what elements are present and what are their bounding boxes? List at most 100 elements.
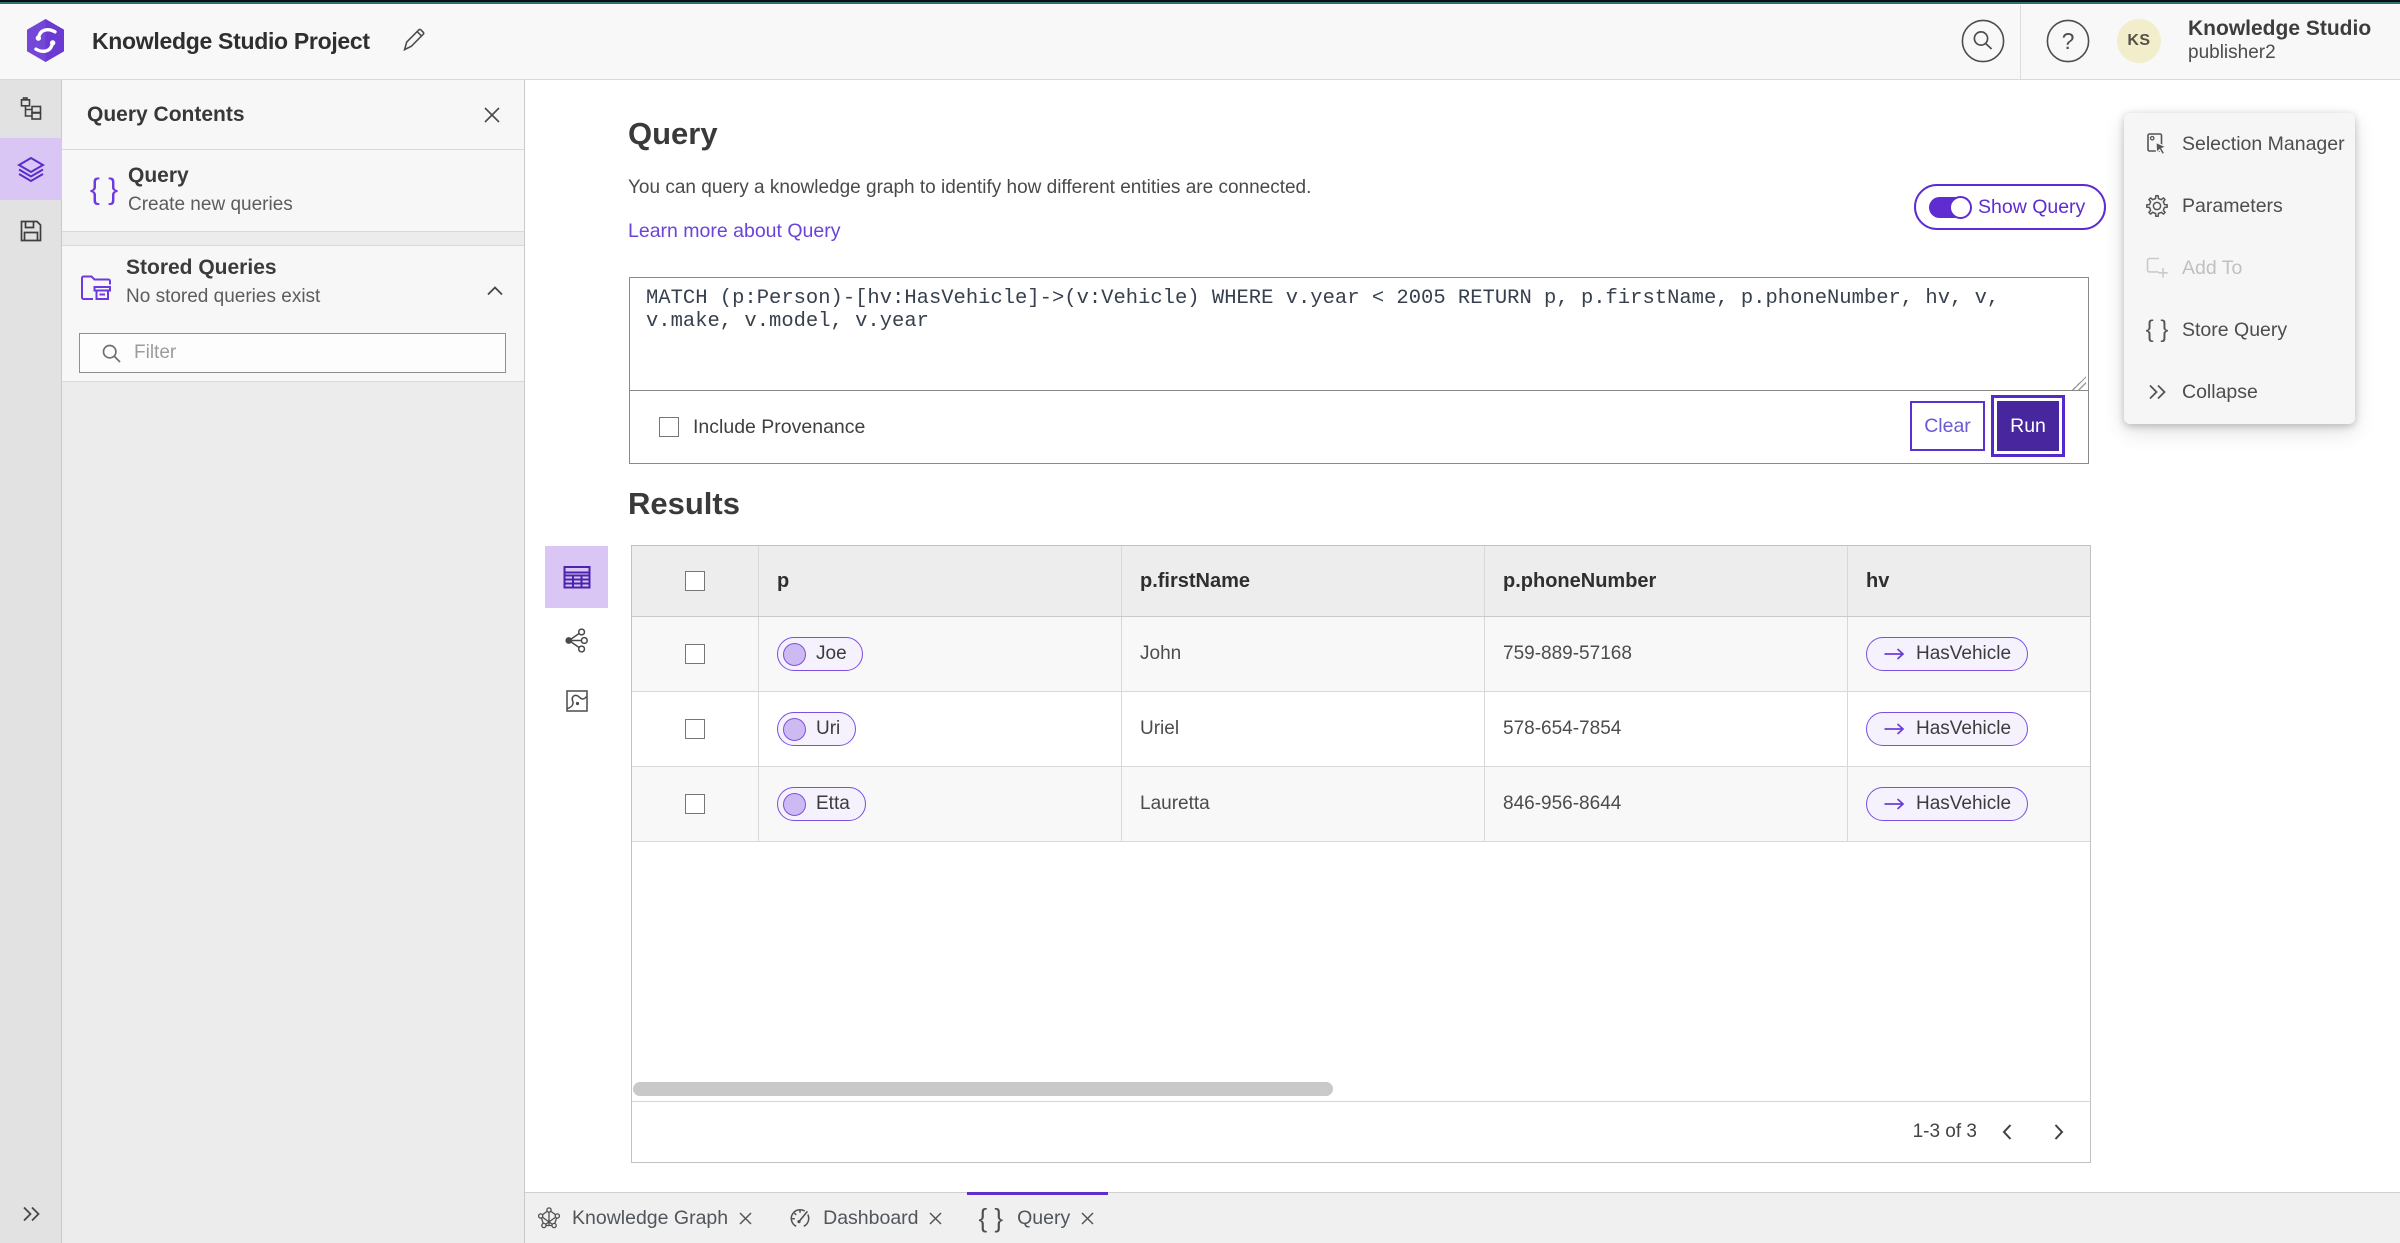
column-header-p[interactable]: p (759, 546, 1122, 616)
top-stripe-teal (0, 2, 2400, 4)
cell-phonenumber: 759-889-57168 (1503, 643, 1632, 664)
table-row: Etta Lauretta 846-956-8644 HasVehicle (632, 767, 2090, 842)
header-select-all-cell (632, 546, 759, 616)
include-provenance-label: Include Provenance (693, 415, 866, 438)
knowledge-studio-logo (27, 19, 64, 62)
pagination-label: 1-3 of 3 (1912, 1121, 1977, 1142)
action-rail (0, 80, 62, 1243)
query-description: You can query a knowledge graph to ident… (628, 177, 1312, 198)
cell-phonenumber-wrap: 846-956-8644 (1485, 767, 1848, 841)
rail-data-model-button[interactable] (0, 80, 62, 138)
store-query-item[interactable]: { } Store Query (2124, 299, 2355, 361)
cell-p: Uri (759, 692, 1122, 766)
column-header-hv[interactable]: hv (1848, 546, 2090, 616)
cell-firstname: John (1140, 643, 1182, 664)
dashboard-icon (790, 1209, 810, 1227)
cell-p: Joe (759, 617, 1122, 691)
main-content: Query You can query a knowledge graph to… (526, 80, 2400, 1192)
view-tabbar: Knowledge Graph Dashboard { } Query (525, 1192, 2400, 1243)
relationship-pill[interactable]: HasVehicle (1866, 637, 2029, 671)
show-query-toggle[interactable]: Show Query (1914, 184, 2106, 230)
entity-pill[interactable]: Joe (777, 637, 863, 671)
braces-icon: { } (89, 173, 119, 206)
panel-close-button[interactable] (476, 99, 508, 131)
search-icon (1961, 19, 2005, 63)
cell-hv: HasVehicle (1848, 617, 2090, 691)
chevron-right-icon (2054, 1124, 2064, 1140)
tab-close-button[interactable] (736, 1208, 754, 1228)
avatar[interactable]: KS (2117, 19, 2161, 63)
entity-dot-icon (783, 717, 806, 741)
include-provenance-checkbox[interactable] (659, 417, 679, 437)
tab-dashboard[interactable]: Dashboard (776, 1193, 956, 1243)
stored-queries-title: Stored Queries (126, 256, 277, 279)
app: Knowledge Studio Project ? KS Knowledge … (0, 0, 2400, 1243)
cell-firstname-wrap: John (1122, 617, 1485, 691)
knowledge-graph-icon (537, 1207, 561, 1229)
query-textarea[interactable]: MATCH (p:Person)-[hv:HasVehicle]->(v:Veh… (630, 278, 2088, 390)
tab-close-button[interactable] (927, 1208, 945, 1228)
cell-p: Etta (759, 767, 1122, 841)
layers-icon (17, 156, 45, 183)
textarea-resize-handle[interactable] (2072, 376, 2086, 390)
header-divider (2020, 5, 2021, 80)
query-contents-panel: Query Contents { } Query Create new quer… (62, 80, 525, 1243)
parameters-item[interactable]: Parameters (2124, 175, 2355, 237)
column-header-phonenumber[interactable]: p.phoneNumber (1485, 546, 1848, 616)
rail-save-button[interactable] (0, 200, 62, 262)
pagination-prev-button[interactable] (1992, 1117, 2022, 1147)
select-all-checkbox[interactable] (685, 571, 705, 591)
query-item[interactable]: { } Query Create new queries (62, 150, 524, 232)
rail-expand-button[interactable] (0, 1184, 62, 1243)
row-checkbox[interactable] (685, 644, 705, 664)
user-role: publisher2 (2188, 42, 2276, 64)
double-chevron-right-icon (23, 1206, 40, 1221)
rail-layers-button[interactable] (0, 138, 62, 200)
view-table-button[interactable] (545, 546, 608, 608)
row-checkbox[interactable] (685, 794, 705, 814)
cell-phonenumber-wrap: 759-889-57168 (1485, 617, 1848, 691)
pagination-next-button[interactable] (2044, 1117, 2074, 1147)
close-icon (739, 1211, 752, 1225)
selection-manager-item[interactable]: Selection Manager (2124, 113, 2355, 175)
add-to-icon (2146, 257, 2168, 278)
filter-input[interactable] (79, 333, 506, 373)
query-item-title: Query (128, 164, 189, 187)
relationship-pill[interactable]: HasVehicle (1866, 787, 2029, 821)
stored-queries-collapse-button[interactable] (480, 276, 510, 306)
toggle-switch[interactable] (1929, 195, 1972, 219)
help-button[interactable]: ? (2046, 19, 2090, 63)
panel-header: Query Contents (62, 80, 524, 150)
cell-firstname-wrap: Uriel (1122, 692, 1485, 766)
entity-dot-icon (783, 792, 806, 816)
tab-close-button[interactable] (1078, 1208, 1096, 1228)
collapse-item[interactable]: Collapse (2124, 361, 2355, 423)
table-view-icon (563, 566, 590, 589)
stored-queries-folder-icon (81, 275, 111, 300)
project-title: Knowledge Studio Project (92, 28, 370, 54)
row-checkbox[interactable] (685, 719, 705, 739)
search-button[interactable] (1961, 19, 2005, 63)
close-icon (929, 1211, 942, 1225)
view-map-button[interactable] (545, 670, 608, 732)
column-header-firstname[interactable]: p.firstName (1122, 546, 1485, 616)
edit-title-button[interactable] (398, 26, 428, 56)
relationship-pill[interactable]: HasVehicle (1866, 712, 2029, 746)
entity-pill[interactable]: Uri (777, 712, 857, 746)
cell-firstname-wrap: Lauretta (1122, 767, 1485, 841)
close-icon (484, 107, 500, 123)
tab-knowledge-graph[interactable]: Knowledge Graph (525, 1193, 766, 1243)
clear-button[interactable]: Clear (1910, 401, 1985, 451)
view-link-chart-button[interactable] (545, 609, 608, 671)
run-button[interactable]: Run (1991, 395, 2065, 457)
stored-queries-section: Stored Queries No stored queries exist (62, 245, 524, 382)
horizontal-scrollbar-thumb[interactable] (633, 1082, 1333, 1096)
tab-query[interactable]: { } Query (966, 1192, 1109, 1243)
gear-icon (2146, 195, 2168, 217)
save-icon (20, 220, 42, 242)
app-header: Knowledge Studio Project ? KS Knowledge … (0, 0, 2400, 80)
link-chart-icon (565, 627, 588, 653)
learn-more-link[interactable]: Learn more about Query (628, 220, 840, 243)
entity-pill[interactable]: Etta (777, 787, 866, 821)
cell-hv: HasVehicle (1848, 767, 2090, 841)
